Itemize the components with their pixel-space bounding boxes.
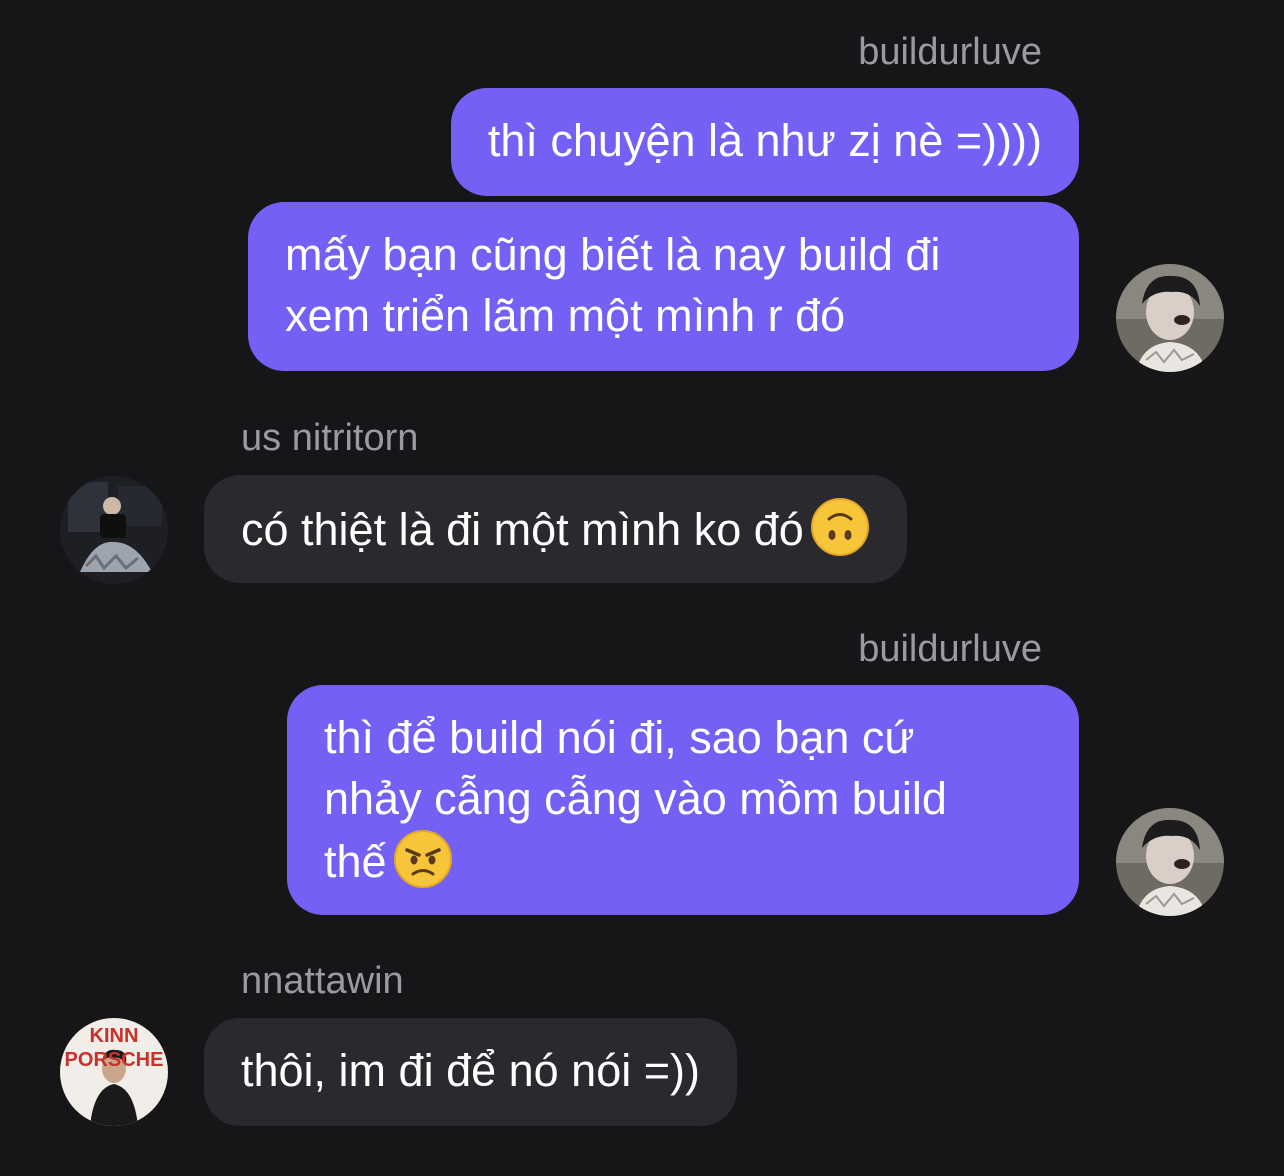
sender-name: nnattawin xyxy=(241,960,404,1002)
message-bubble-incoming[interactable]: thôi, im đi để nó nói =)) xyxy=(204,1018,737,1126)
avatar-buildurluve[interactable] xyxy=(1116,264,1224,372)
message-text: mấy bạn cũng biết là nay build đi xyxy=(285,229,941,280)
sender-name: buildurluve xyxy=(858,628,1042,670)
avatar-us-nitritorn[interactable] xyxy=(60,476,168,584)
message-bubble-outgoing[interactable]: thì để build nói đi, sao bạn cứ nhảy cẫn… xyxy=(287,685,1079,915)
message-text: có thiệt là đi một mình ko đó xyxy=(241,504,804,555)
sender-name: us nitritorn xyxy=(241,417,419,459)
angry-face-emoji xyxy=(393,829,453,889)
message-bubble-outgoing[interactable]: mấy bạn cũng biết là nay build đi xem tr… xyxy=(248,202,1079,371)
sender-name: buildurluve xyxy=(858,31,1042,73)
message-bubble-incoming[interactable]: có thiệt là đi một mình ko đó xyxy=(204,475,907,583)
avatar-nnattawin[interactable]: KINN PORSCHE xyxy=(60,1018,168,1126)
message-text: thì chuyện là như zị nè =)))) xyxy=(487,115,1042,166)
avatar-buildurluve[interactable] xyxy=(1116,808,1224,916)
upside-down-face-emoji xyxy=(810,497,870,557)
message-bubble-outgoing[interactable]: thì chuyện là như zị nè =)))) xyxy=(450,88,1079,196)
message-text: thôi, im đi để nó nói =)) xyxy=(241,1045,700,1096)
message-text: thì để build nói đi, sao bạn cứ xyxy=(324,712,915,763)
message-text: thế xyxy=(324,836,387,887)
message-text: xem triển lãm một mình r đó xyxy=(285,290,846,341)
avatar-title-line1: KINN xyxy=(90,1025,139,1047)
message-text: nhảy cẫng cẫng vào mồm build xyxy=(324,773,947,824)
avatar-title-line2: PORSCHE xyxy=(65,1049,164,1071)
